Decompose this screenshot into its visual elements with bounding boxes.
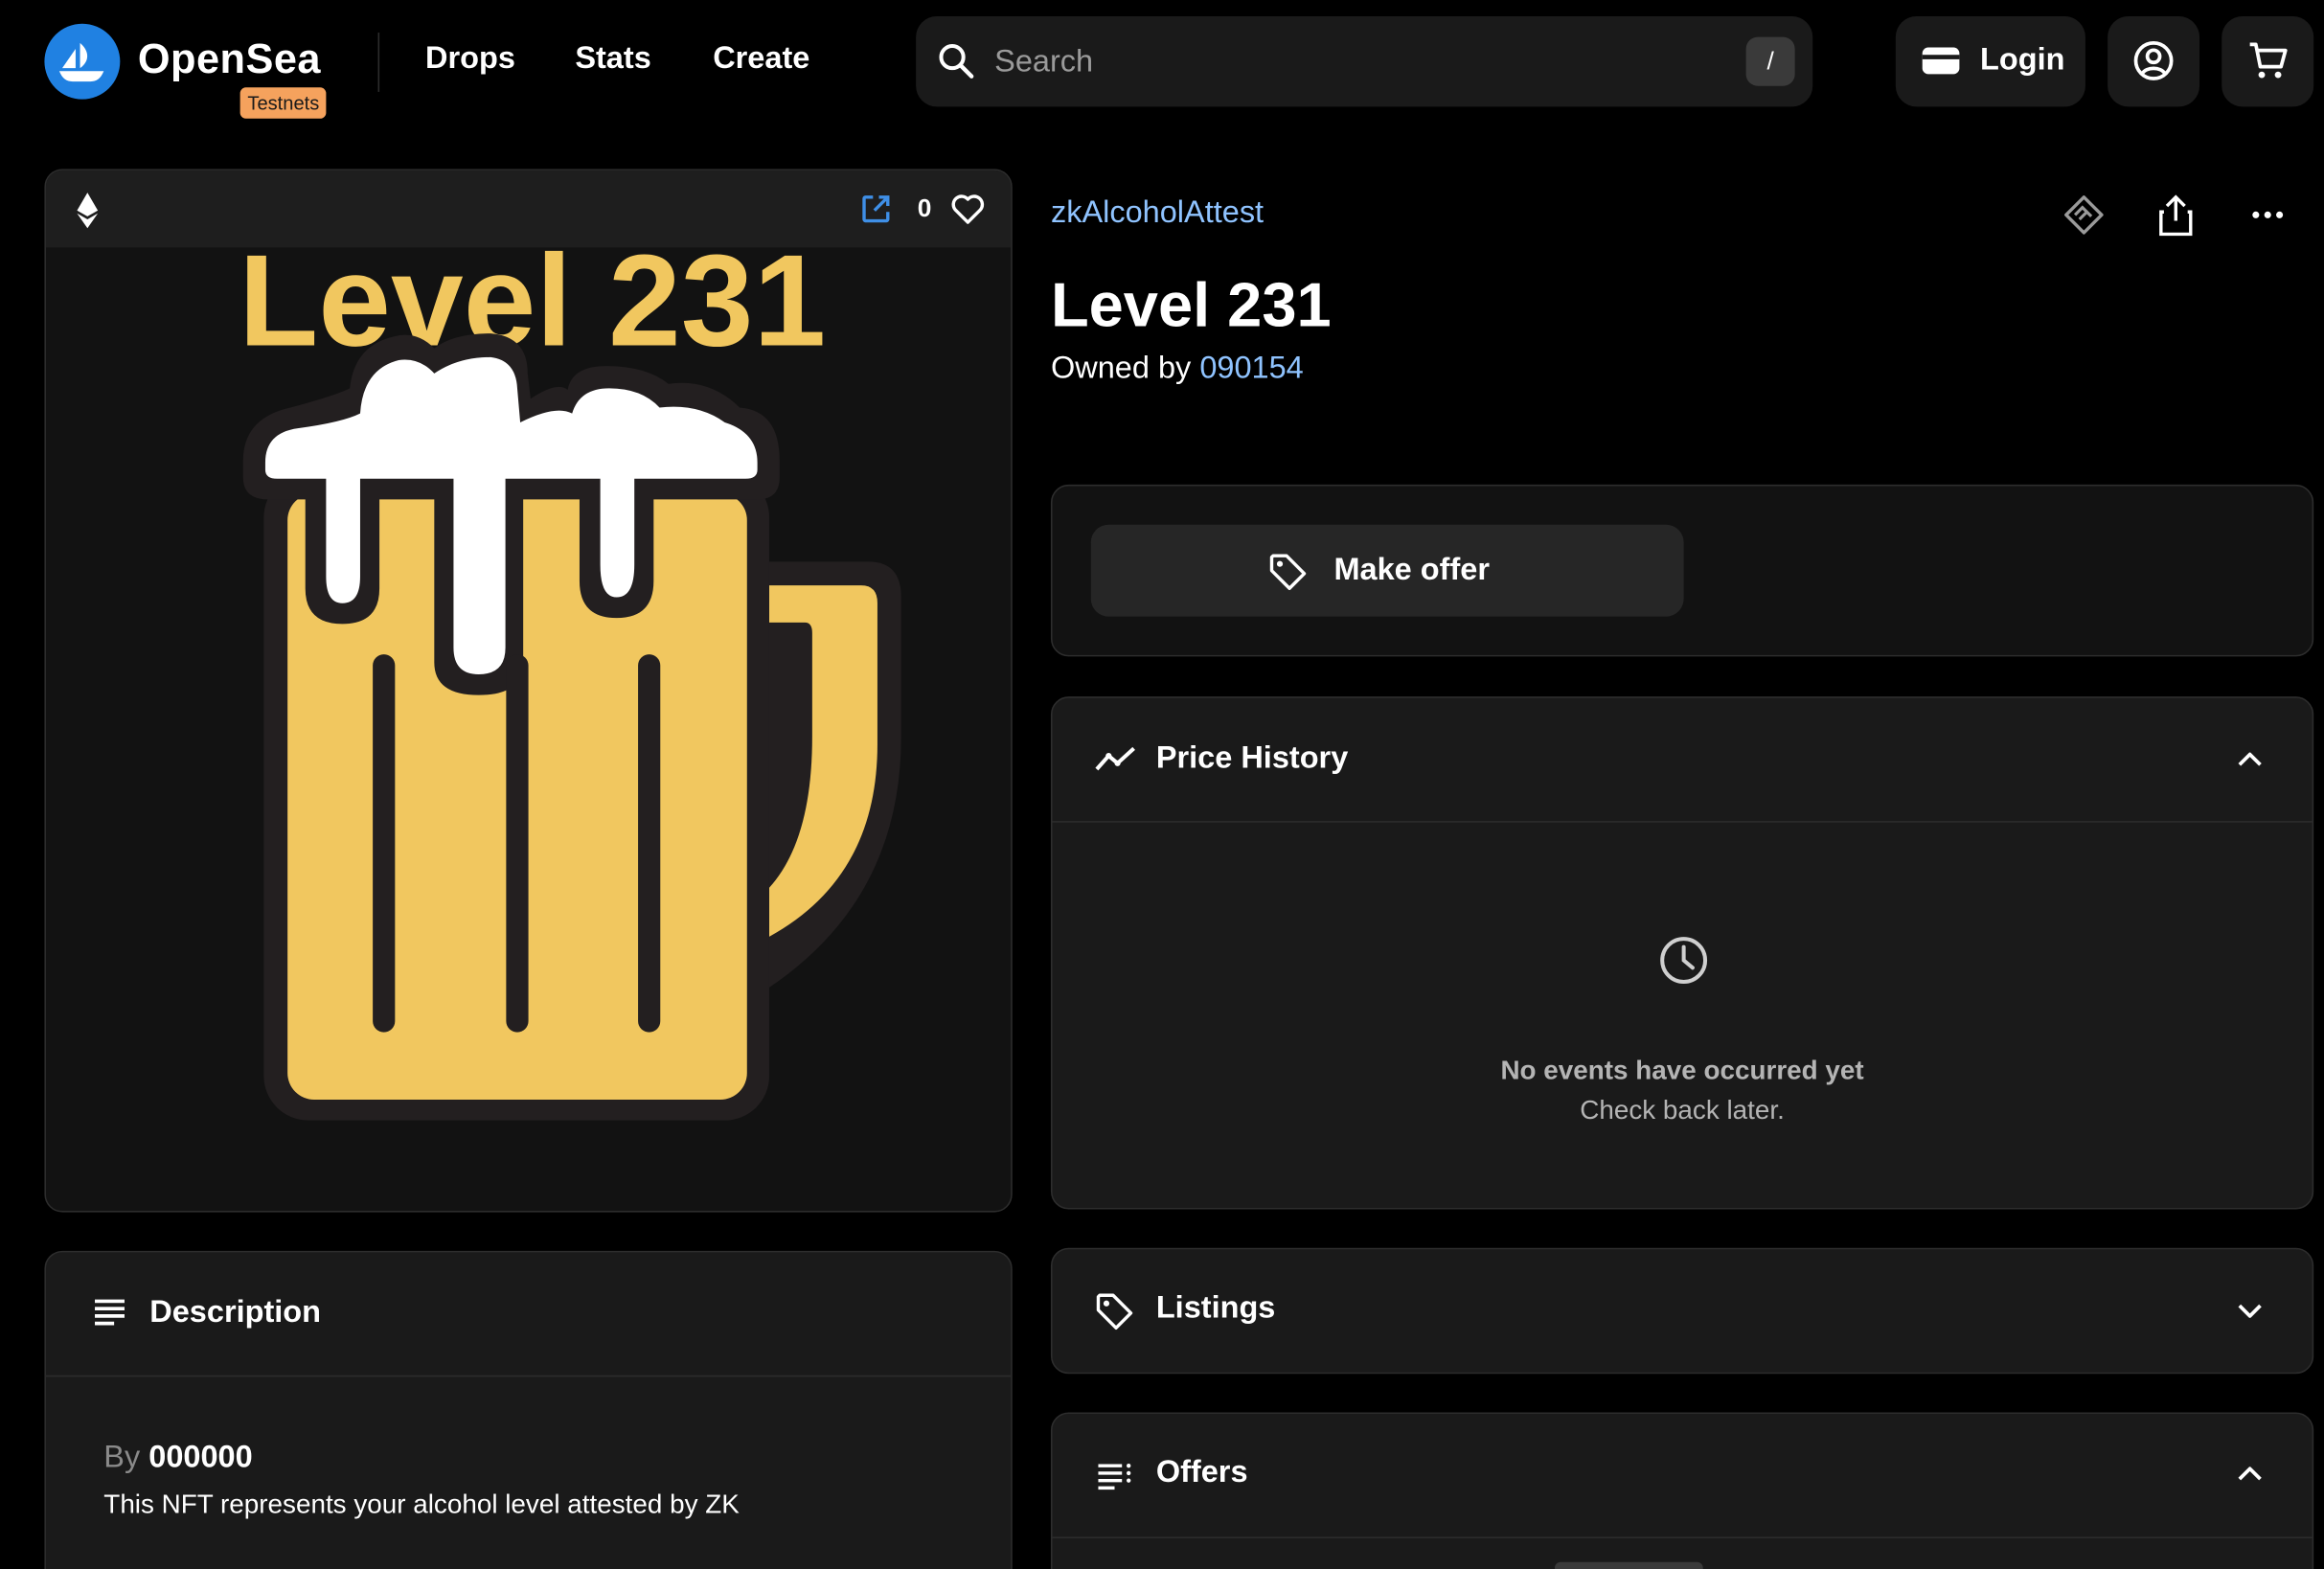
empty-state-subtitle: Check back later. bbox=[1580, 1095, 1785, 1126]
listings-header[interactable]: Listings bbox=[1053, 1249, 2313, 1372]
nav-link-create[interactable]: Create bbox=[713, 41, 809, 77]
ethereum-icon bbox=[76, 192, 100, 238]
listings-panel: Listings bbox=[1050, 1247, 2314, 1375]
nft-media-panel: 0 Level 231 bbox=[44, 169, 1013, 1213]
opensea-logo-icon[interactable] bbox=[44, 23, 121, 100]
item-title: Level 231 bbox=[1050, 269, 1332, 340]
search-icon bbox=[937, 41, 975, 87]
description-icon bbox=[93, 1297, 125, 1334]
chevron-down-icon[interactable] bbox=[2235, 1295, 2265, 1332]
account-button[interactable] bbox=[2108, 16, 2200, 107]
price-history-title: Price History bbox=[1155, 740, 1349, 776]
nav-link-drops[interactable]: Drops bbox=[425, 41, 515, 77]
owner-link[interactable]: 090154 bbox=[1199, 352, 1303, 386]
owned-by: Owned by 090154 bbox=[1051, 352, 1304, 387]
nft-artwork: Level 231 bbox=[239, 247, 901, 1121]
description-header[interactable]: Description bbox=[45, 1252, 1012, 1377]
open-external-icon[interactable] bbox=[859, 193, 892, 233]
brand-name[interactable]: OpenSea bbox=[138, 35, 321, 83]
make-offer-button[interactable]: Make offer bbox=[1090, 524, 1684, 617]
chevron-up-icon[interactable] bbox=[2235, 745, 2265, 783]
clock-icon bbox=[1658, 935, 1709, 992]
nav-divider bbox=[377, 33, 380, 92]
scroll-handle[interactable] bbox=[1555, 1561, 1703, 1569]
description-text: This NFT represents your alcohol level a… bbox=[103, 1489, 740, 1519]
favorite-count: 0 bbox=[917, 193, 932, 223]
login-button[interactable]: Login bbox=[1895, 16, 2085, 107]
wallet-icon bbox=[1921, 43, 1961, 86]
handshake-icon[interactable] bbox=[2062, 193, 2106, 244]
share-icon[interactable] bbox=[2158, 193, 2194, 244]
by-label: By bbox=[103, 1440, 141, 1475]
list-icon bbox=[1097, 1462, 1132, 1499]
empty-state-title: No events have occurred yet bbox=[1500, 1055, 1864, 1085]
price-history-header[interactable]: Price History bbox=[1052, 698, 2313, 823]
tag-icon bbox=[1094, 1291, 1135, 1340]
more-options-icon[interactable] bbox=[2250, 193, 2286, 244]
offers-title: Offers bbox=[1155, 1455, 1248, 1489]
description-panel: Description By 000000 This NFT represent… bbox=[44, 1250, 1013, 1569]
heart-icon[interactable] bbox=[950, 193, 986, 233]
nav-link-stats[interactable]: Stats bbox=[575, 41, 650, 77]
testnets-badge: Testnets bbox=[239, 87, 328, 119]
owned-by-label: Owned by bbox=[1050, 351, 1192, 386]
search-placeholder: Search bbox=[994, 44, 1094, 80]
description-title: Description bbox=[149, 1295, 322, 1330]
trend-line-icon bbox=[1094, 742, 1138, 783]
creator-name[interactable]: 000000 bbox=[148, 1441, 252, 1475]
search-shortcut-key: / bbox=[1745, 36, 1795, 86]
account-icon bbox=[2132, 40, 2174, 89]
tag-icon bbox=[1267, 552, 1309, 601]
cart-icon bbox=[2247, 40, 2289, 89]
media-header: 0 bbox=[45, 170, 1012, 248]
price-history-panel: Price History No events have occurred ye… bbox=[1050, 696, 2314, 1210]
top-nav: OpenSea Testnets Drops Stats Create Sear… bbox=[0, 0, 2324, 125]
listings-title: Listings bbox=[1155, 1290, 1276, 1326]
make-offer-label: Make offer bbox=[1333, 553, 1490, 587]
description-by: By 000000 bbox=[103, 1441, 252, 1476]
offers-panel: Offers bbox=[1050, 1412, 2314, 1569]
search-input[interactable]: Search / bbox=[916, 16, 1813, 107]
offers-header[interactable]: Offers bbox=[1052, 1414, 2313, 1538]
art-title-text: Level 231 bbox=[239, 247, 826, 373]
collection-link[interactable]: zkAlcoholAttest bbox=[1051, 195, 1264, 231]
chevron-up-icon[interactable] bbox=[2235, 1460, 2265, 1497]
cart-button[interactable] bbox=[2221, 16, 2314, 107]
trade-panel: Make offer bbox=[1050, 484, 2314, 657]
login-label: Login bbox=[1980, 42, 2065, 78]
